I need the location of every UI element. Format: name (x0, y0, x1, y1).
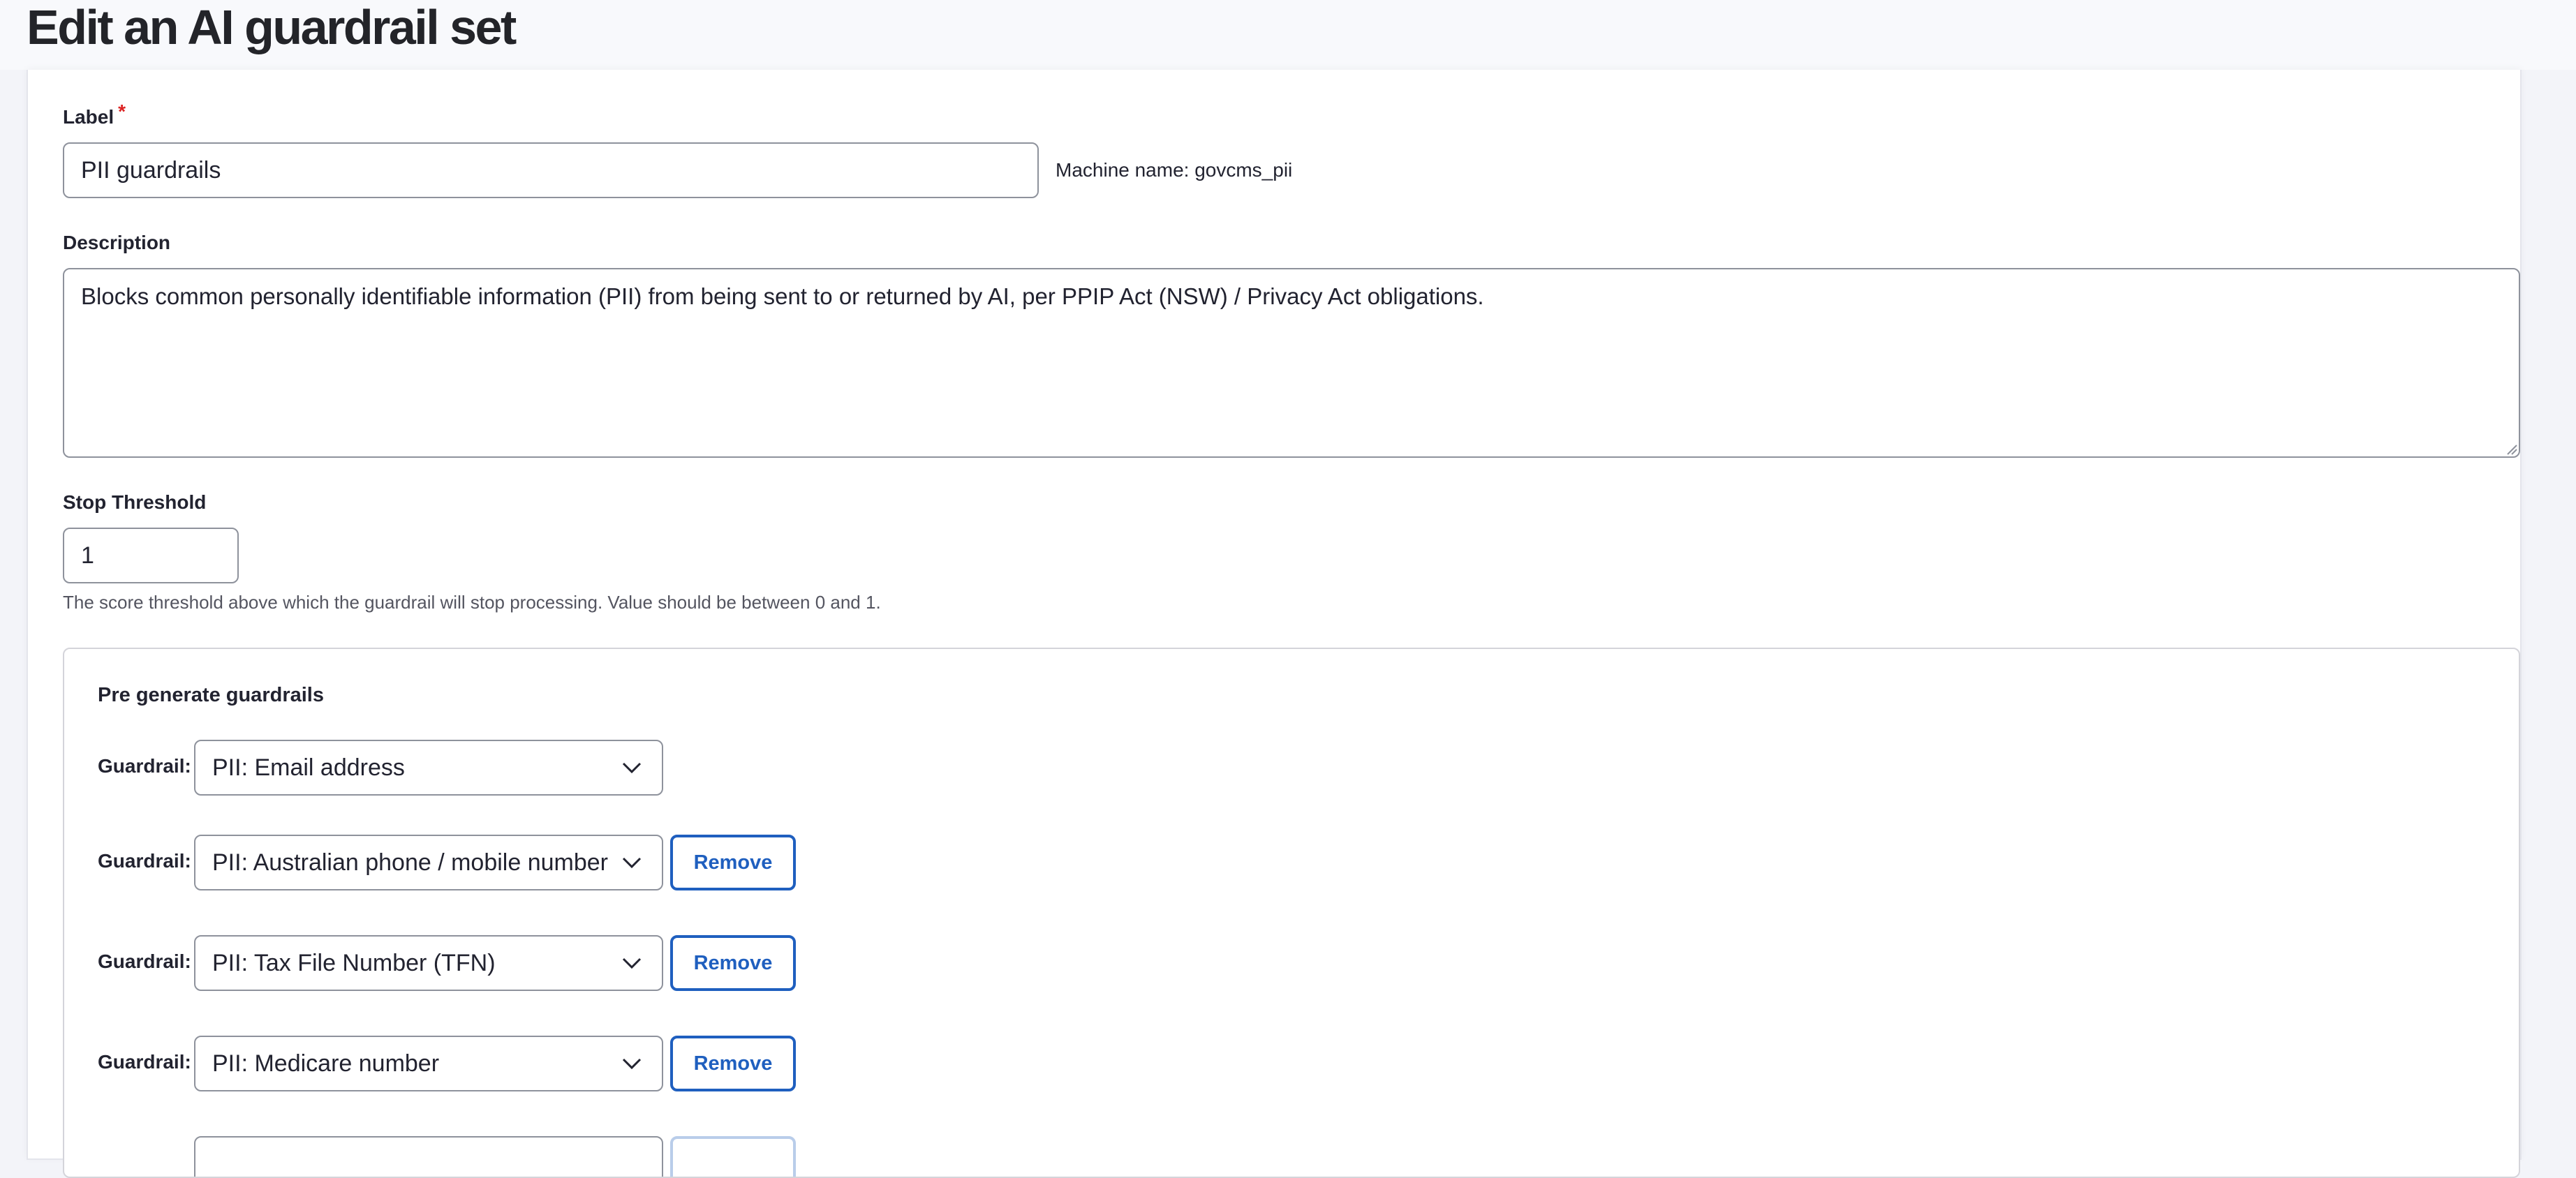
guardrail-select-value: PII: Tax File Number (TFN) (212, 949, 496, 976)
remove-button[interactable]: Remove (670, 1036, 796, 1091)
guardrail-row-label: Guardrail: (98, 755, 191, 777)
remove-button[interactable]: Remove (670, 935, 796, 991)
description-field-label: Description (63, 232, 171, 253)
description-textarea[interactable]: Blocks common personally identifiable in… (63, 268, 2520, 458)
required-marker: * (118, 100, 126, 122)
guardrail-row-label: Guardrail: (98, 950, 191, 972)
label-field-label: Label * (63, 100, 126, 128)
remove-button-partial[interactable] (670, 1136, 796, 1177)
edit-form: Label * PII guardrails Machine name: govc… (27, 70, 2522, 1178)
guardrail-select-value: PII: Australian phone / mobile number (212, 849, 608, 876)
guardrail-select[interactable]: PII: Email address (194, 740, 663, 796)
guardrail-select-value: PII: Email address (212, 754, 405, 781)
chevron-down-icon (622, 957, 642, 969)
guardrail-row-label: Guardrail: (98, 850, 191, 872)
guardrail-select[interactable]: PII: Australian phone / mobile number (194, 835, 663, 890)
pre-generate-legend: Pre generate guardrails (98, 684, 324, 706)
remove-button[interactable]: Remove (670, 835, 796, 890)
guardrail-select[interactable]: PII: Tax File Number (TFN) (194, 935, 663, 991)
guardrail-row-label: Guardrail: (98, 1051, 191, 1073)
page-header: Edit an AI guardrail set (0, 0, 2576, 70)
guardrail-select-value: PII: Medicare number (212, 1050, 440, 1077)
guardrail-select-partial[interactable] (194, 1136, 663, 1177)
page-title: Edit an AI guardrail set (27, 0, 517, 54)
label-input[interactable]: PII guardrails (63, 142, 1039, 198)
stop-threshold-input[interactable]: 1 (63, 528, 239, 583)
guardrail-select[interactable]: PII: Medicare number (194, 1036, 663, 1091)
chevron-down-icon (622, 762, 642, 774)
description-text: Blocks common personally identifiable in… (81, 283, 1484, 309)
stop-threshold-help: The score threshold above which the guar… (63, 592, 881, 613)
chevron-down-icon (622, 1058, 642, 1070)
machine-name: Machine name: govcms_pii (1056, 159, 1293, 181)
chevron-down-icon (622, 857, 642, 869)
resize-handle-icon[interactable] (2505, 442, 2517, 455)
pre-generate-fieldset: Pre generate guardrails Guardrail: PII: … (63, 648, 2520, 1178)
stop-threshold-label: Stop Threshold (63, 491, 207, 513)
